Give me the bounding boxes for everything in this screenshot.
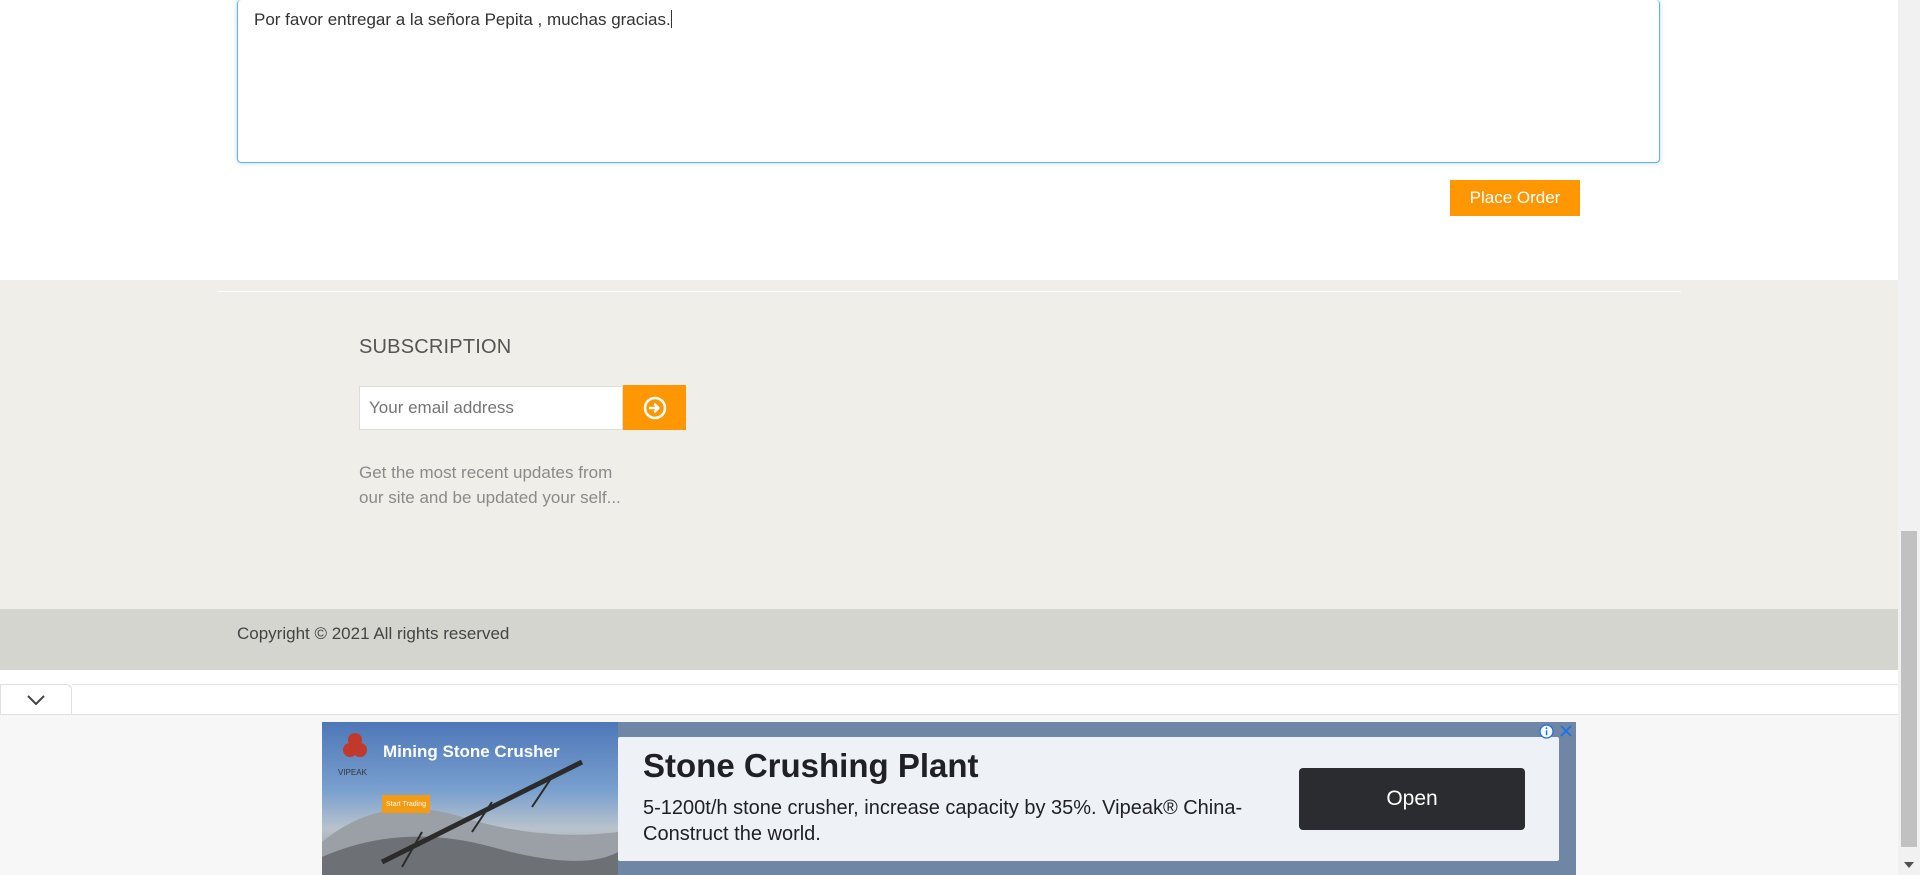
close-icon[interactable] xyxy=(1556,722,1576,740)
subscribe-button[interactable] xyxy=(623,385,686,430)
arrow-circle-right-icon xyxy=(643,396,666,419)
ad-image-brand: VIPEAK xyxy=(338,768,367,777)
ad-headline[interactable]: Stone Crushing Plant xyxy=(643,747,979,785)
ad-image-title: Mining Stone Crusher xyxy=(383,742,560,761)
subscription-description-line: our site and be updated your self... xyxy=(359,488,621,507)
ad-open-button[interactable]: Open xyxy=(1299,768,1525,830)
copyright-text: Copyright © 2021 All rights reserved xyxy=(237,624,510,643)
footer-divider xyxy=(218,291,1681,292)
ad-strip xyxy=(72,684,1898,714)
scroll-down-arrow-icon[interactable] xyxy=(1898,855,1920,875)
ad-image-button: Start Trading xyxy=(382,795,430,813)
order-notes-textarea[interactable]: Por favor entregar a la señora Pepita , … xyxy=(237,0,1660,163)
subscription-title: SUBSCRIPTION xyxy=(359,336,512,358)
subscription-description: Get the most recent updates from our sit… xyxy=(359,460,679,510)
ad-body: 5-1200t/h stone crusher, increase capaci… xyxy=(643,797,1243,845)
scrollbar-thumb[interactable] xyxy=(1901,531,1917,847)
order-notes-text: Por favor entregar a la señora Pepita , … xyxy=(254,10,671,29)
subscription-email-input[interactable] xyxy=(359,386,623,430)
chevron-down-icon xyxy=(27,694,45,705)
place-order-button[interactable]: Place Order xyxy=(1450,180,1580,216)
text-caret xyxy=(670,10,672,28)
info-icon[interactable] xyxy=(1538,722,1554,740)
subscription-description-line: Get the most recent updates from xyxy=(359,463,613,482)
footer xyxy=(0,280,1898,609)
ad-collapse-button[interactable] xyxy=(0,684,72,714)
